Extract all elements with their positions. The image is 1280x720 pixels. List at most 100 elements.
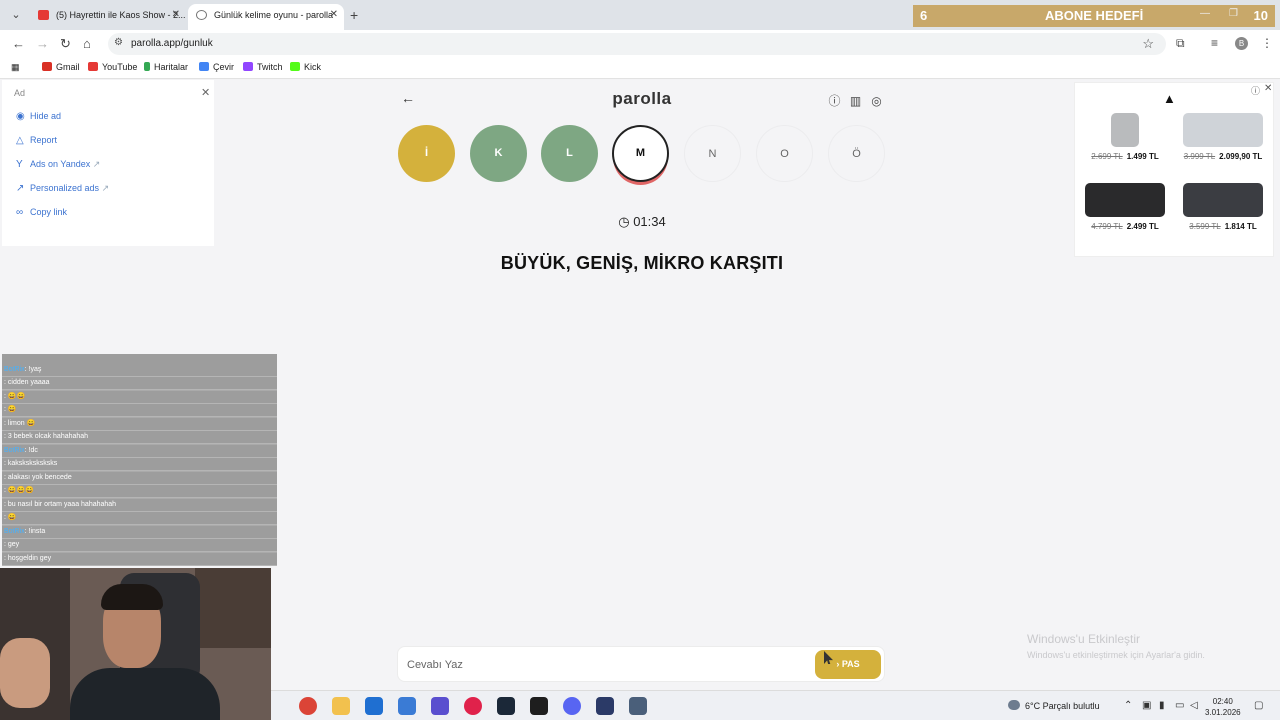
extensions-icon[interactable]: ⧉ <box>1176 36 1185 51</box>
menu-dots-icon[interactable]: ⋮ <box>1261 36 1273 50</box>
volume-icon[interactable]: ◁ <box>1190 700 1198 711</box>
bookmark-kick[interactable]: Kick <box>290 62 321 72</box>
network-icon[interactable]: ▭ <box>1175 700 1184 711</box>
chat-message: BotRix: !dc <box>2 445 277 458</box>
yandex-icon: Y <box>16 159 23 170</box>
adidas-logo-icon: ▲ <box>1163 91 1176 106</box>
chevron-right-icon: › <box>836 659 840 669</box>
arrow-icon: ↗ <box>16 183 25 194</box>
reading-list-icon[interactable]: ≡ <box>1211 36 1218 50</box>
product-card[interactable]: 4.799 TL 2.499 TL <box>1080 183 1170 231</box>
chevron-up-icon[interactable]: ⌃ <box>1124 700 1132 711</box>
tab-youtube[interactable]: (5) Hayrettin ile Kaos Show - 2... ✕ <box>30 4 186 30</box>
tray-app-icon[interactable]: ▣ <box>1142 700 1151 711</box>
chat-message: : bu nasıl bir ortam yaaa hahahahah <box>2 499 277 512</box>
notification-icon[interactable]: ▢ <box>1254 700 1263 711</box>
bookmark-gmail[interactable]: Gmail <box>42 62 80 72</box>
close-icon[interactable]: ✕ <box>172 4 180 26</box>
chat-message: : alakası yok bencede <box>2 472 277 485</box>
microphone-icon[interactable]: ▮ <box>1159 700 1165 711</box>
chat-message: : 😄😄😄 <box>2 485 277 498</box>
tab-title: Günlük kelime oyunu - parolla <box>214 10 334 20</box>
profile-avatar[interactable]: B <box>1235 37 1248 50</box>
chat-message: : cidden yaaaa <box>2 377 277 390</box>
chat-message: : gey <box>2 539 277 552</box>
reload-icon[interactable]: ↻ <box>60 36 71 52</box>
kick-icon <box>290 62 300 71</box>
clock-icon: ◷ <box>618 214 630 229</box>
report-ad-link[interactable]: △ Report <box>16 135 57 146</box>
product-card[interactable]: 2.699 TL 1.499 TL <box>1080 113 1170 161</box>
chat-message: BotRix: !insta <box>2 526 277 539</box>
answer-input[interactable] <box>407 656 807 674</box>
letter-circle: İ <box>398 125 455 182</box>
address-bar-row: ← → ↻ ⌂ ⚙ parolla.app/gunluk ☆ ⧉ ≡ ⋮ <box>0 30 1280 57</box>
letter-circle: L <box>541 125 598 182</box>
opera-icon[interactable] <box>464 697 482 715</box>
home-icon[interactable]: ⌂ <box>83 36 91 51</box>
webcam-feed <box>0 568 271 720</box>
youtube-favicon-icon <box>38 10 49 20</box>
restore-icon[interactable]: ❐ <box>1229 8 1238 19</box>
url-text: parolla.app/gunluk <box>131 38 213 49</box>
bookmark-translate[interactable]: Çevir <box>199 62 234 72</box>
parolla-favicon-icon <box>196 10 207 20</box>
letter-circle: N <box>684 125 741 182</box>
sneaker-image <box>1183 113 1263 147</box>
discord-icon[interactable] <box>563 697 581 715</box>
bookmark-twitch[interactable]: Twitch <box>243 62 283 72</box>
ads-on-yandex-link[interactable]: Y Ads on Yandex ↗ <box>16 159 100 170</box>
chat-message: : 😄 <box>2 512 277 525</box>
maps-icon <box>144 62 150 71</box>
chat-message: : 3 bebek olcak hahahahah <box>2 431 277 444</box>
copy-link[interactable]: ∞ Copy link <box>16 207 67 218</box>
terminal-icon[interactable] <box>530 697 548 715</box>
link-icon: ∞ <box>16 207 24 218</box>
chrome-icon[interactable] <box>299 697 317 715</box>
screen: ⌄ (5) Hayrettin ile Kaos Show - 2... ✕ G… <box>0 0 1280 720</box>
tab-search-icon[interactable]: ⌄ <box>8 7 24 23</box>
steam-icon[interactable] <box>497 697 515 715</box>
stats-icon[interactable]: ▥ <box>845 94 866 108</box>
bookmark-maps[interactable]: Haritalar <box>144 62 188 72</box>
eye-off-icon: ◉ <box>16 111 25 122</box>
product-card[interactable]: 3.599 TL 1.814 TL <box>1178 183 1268 231</box>
close-icon[interactable]: ✕ <box>330 4 338 26</box>
chat-message: : limon 😄 <box>2 418 277 431</box>
chat-message: : hoşgeldin gey <box>2 553 277 566</box>
apps-grid-icon[interactable]: ▦ <box>11 62 20 73</box>
bookmark-star-icon[interactable]: ☆ <box>1142 36 1154 52</box>
timer-value: 01:34 <box>633 214 666 229</box>
file-explorer-icon[interactable] <box>332 697 350 715</box>
info-icon[interactable]: ⓘ <box>824 92 845 109</box>
translate-icon <box>199 62 209 71</box>
timer: ◷ 01:34 <box>397 214 887 230</box>
close-ad-icon[interactable]: ✕ <box>1264 83 1272 94</box>
question-text: BÜYÜK, GENİŞ, MİKRO KARŞITI <box>500 253 784 273</box>
url-field[interactable]: ⚙ parolla.app/gunluk ☆ <box>108 33 1166 55</box>
bookmark-youtube[interactable]: YouTube <box>88 62 137 72</box>
store-icon[interactable] <box>365 697 383 715</box>
calculator-icon[interactable] <box>629 697 647 715</box>
app-icon[interactable] <box>431 697 449 715</box>
product-card[interactable]: 3.999 TL 2.099,90 TL <box>1178 113 1268 161</box>
new-tab-icon[interactable]: + <box>350 7 358 23</box>
personalized-ads-link[interactable]: ↗ Personalized ads ↗ <box>16 183 109 194</box>
forward-icon[interactable]: → <box>36 36 49 51</box>
subscriber-goal-title: ABONE HEDEFİ <box>1045 8 1144 23</box>
close-ad-icon[interactable]: ✕ <box>201 86 210 99</box>
hide-ad-link[interactable]: ◉ Hide ad <box>16 111 61 122</box>
weather-widget[interactable]: 6°C Parçalı bulutlu <box>1008 700 1100 711</box>
app-icon[interactable] <box>398 697 416 715</box>
app-icon[interactable] <box>596 697 614 715</box>
twitch-icon <box>243 62 253 71</box>
back-icon[interactable]: ← <box>12 36 25 51</box>
system-clock[interactable]: 02:40 3.01.2026 <box>1205 696 1241 718</box>
product-ad[interactable]: ▲ ⓘ ✕ 2.699 TL 1.499 TL 3.999 TL 2.099,90 … <box>1074 82 1274 257</box>
minimize-icon[interactable]: — <box>1200 8 1210 19</box>
user-icon[interactable]: ◎ <box>866 94 887 108</box>
site-info-icon[interactable]: ⚙ <box>114 37 123 48</box>
chat-message: : 😄😄 <box>2 391 277 404</box>
ad-info-icon[interactable]: ⓘ <box>1251 84 1260 97</box>
tab-parolla[interactable]: Günlük kelime oyunu - parolla ✕ <box>188 4 344 30</box>
